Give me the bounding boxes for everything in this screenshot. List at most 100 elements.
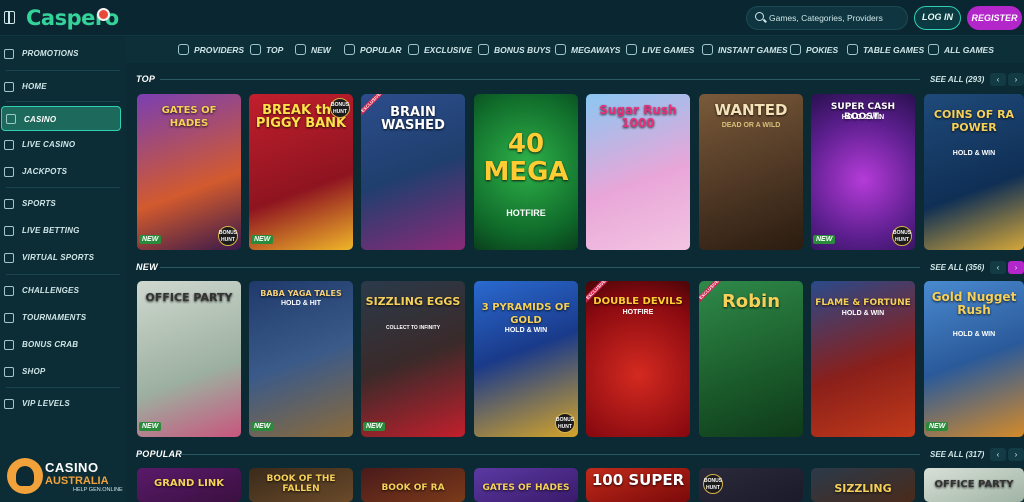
sidebar-item-bonus-crab[interactable]: BONUS CRAB [0, 334, 126, 356]
kangaroo-logo-icon [7, 458, 43, 494]
game-tile-book-of-the-fallen[interactable]: BOOK OF THE FALLEN [249, 468, 353, 502]
game-tile-office-party-popular[interactable]: OFFICE PARTY [924, 468, 1024, 502]
new-icon [295, 44, 306, 55]
see-all-new-link[interactable]: SEE ALL (356) [930, 263, 984, 272]
game-tile-coins-of-ra-power[interactable]: COINS OF RA POWER HOLD & WIN [924, 94, 1024, 250]
game-tile-super-cash-boost[interactable]: SUPER CASH BOOST: HOLD & WIN NEW BONUS HU… [811, 94, 915, 250]
tab-label: POKIES [806, 45, 839, 55]
see-all-popular-link[interactable]: SEE ALL (317) [930, 450, 984, 459]
game-tile-grand-link[interactable]: GRAND LINK [137, 468, 241, 502]
tab-label: PROVIDERS [194, 45, 245, 55]
sidebar-item-sports[interactable]: SPORTS [0, 193, 126, 215]
sidebar-divider [6, 274, 120, 275]
top-icon [250, 44, 261, 55]
game-subtitle: HOLD & HIT [280, 300, 322, 307]
game-tile-robin[interactable]: EXCLUSIVE Robin [699, 281, 803, 437]
game-subtitle: HOTFIRE [506, 208, 546, 218]
new-badge: NEW [813, 235, 836, 244]
sidebar-item-label: LIVE BETTING [22, 226, 80, 235]
login-button[interactable]: LOG IN [914, 6, 961, 30]
megaways-icon [555, 44, 566, 55]
logo-badge-icon [97, 8, 110, 21]
sidebar-item-label: TOURNAMENTS [22, 313, 87, 322]
virtual-sports-icon [4, 253, 14, 263]
sidebar-item-promotions[interactable]: PROMOTIONS [0, 43, 126, 65]
scroll-left-button[interactable]: ‹ [990, 73, 1006, 86]
sidebar-item-label: LIVE CASINO [22, 140, 76, 149]
register-button[interactable]: REGISTER [967, 6, 1022, 30]
sidebar-item-jackpots[interactable]: JACKPOTS [0, 161, 126, 183]
game-tile-bonus-hunt[interactable]: BONUS HUNT [699, 468, 803, 502]
promotions-icon [4, 49, 14, 59]
sidebar-item-tournaments[interactable]: TOURNAMENTS [0, 307, 126, 329]
exclusive-icon [408, 44, 419, 55]
game-subtitle: DEAD OR A WILD [721, 122, 781, 129]
bonus-hunt-badge-icon: BONUS HUNT [218, 226, 238, 246]
game-title: FLAME & FORTUNE [815, 298, 911, 308]
sidebar-toggle-icon[interactable] [4, 11, 15, 24]
game-subtitle: HOLD & WIN [952, 331, 996, 338]
game-tile-flame-and-fortune[interactable]: FLAME & FORTUNE HOLD & WIN [811, 281, 915, 437]
game-tile-sugar-rush-1000[interactable]: Sugar Rush 1000 [586, 94, 690, 250]
scroll-right-button[interactable]: › [1008, 261, 1024, 274]
sidebar-item-label: VIRTUAL SPORTS [22, 253, 95, 262]
tab-label: TABLE GAMES [863, 45, 925, 55]
sidebar-item-label: SPORTS [22, 199, 56, 208]
game-tile-wanted[interactable]: WANTED DEAD OR A WILD [699, 94, 803, 250]
scroll-right-button[interactable]: › [1008, 448, 1024, 461]
providers-icon [178, 44, 189, 55]
new-badge: NEW [251, 235, 274, 244]
game-title: GATES OF HADES [482, 483, 570, 493]
sidebar-item-label: VIP LEVELS [22, 399, 70, 408]
game-title: OFFICE PARTY [145, 291, 233, 304]
sidebar-item-home[interactable]: HOME [0, 76, 126, 98]
pokies-icon [790, 44, 801, 55]
game-title: BABA YAGA TALES [260, 289, 342, 298]
search-input[interactable]: Games, Categories, Providers [746, 6, 908, 30]
game-tile-sizzling[interactable]: SIZZLING [811, 468, 915, 502]
search-placeholder: Games, Categories, Providers [769, 13, 883, 23]
sidebar-item-vip-levels[interactable]: VIP LEVELS [0, 393, 126, 415]
game-tile-3-pyramids-of-gold[interactable]: 3 PYRAMIDS OF GOLD HOLD & WIN BONUS HUNT [474, 281, 578, 437]
bonus-hunt-badge-icon: BONUS HUNT [555, 413, 575, 433]
game-tile-gold-nugget-rush[interactable]: Gold Nugget Rush HOLD & WIN NEW [924, 281, 1024, 437]
sidebar-item-live-betting[interactable]: LIVE BETTING [0, 220, 126, 242]
game-tile-100-super[interactable]: 100 SUPER [586, 468, 690, 502]
game-tile-baba-yaga-tales[interactable]: BABA YAGA TALES HOLD & HIT NEW [249, 281, 353, 437]
game-title: WANTED [714, 101, 788, 119]
game-tile-break-the-piggy-bank[interactable]: BREAK the PIGGY BANK NEW BONUS HUNT [249, 94, 353, 250]
section-title-new: NEW [136, 262, 158, 272]
sports-icon [4, 199, 14, 209]
sidebar-item-live-casino[interactable]: LIVE CASINO [0, 134, 126, 156]
game-subtitle: HOLD & WIN [841, 114, 885, 121]
jackpots-icon [4, 167, 14, 177]
bonus-hunt-badge-icon: BONUS HUNT [892, 226, 912, 246]
game-tile-double-devils[interactable]: EXCLUSIVE DOUBLE DEVILS HOTFIRE [586, 281, 690, 437]
game-title: OFFICE PARTY [934, 479, 1014, 490]
game-subtitle: HOLD & WIN [841, 310, 885, 317]
game-title: BOOK OF RA [381, 483, 445, 493]
game-tile-40-mega-hotfire[interactable]: 40 MEGA HOTFIRE [474, 94, 578, 250]
all-games-icon [928, 44, 939, 55]
scroll-right-button[interactable]: › [1008, 73, 1024, 86]
game-tile-book-of-ra[interactable]: BOOK OF RA [361, 468, 465, 502]
game-tile-office-party[interactable]: OFFICE PARTY NEW [137, 281, 241, 437]
sidebar-item-casino[interactable]: CASINO [1, 106, 121, 131]
watermark-line3: HELP GEN.ONLINE [73, 487, 123, 493]
sidebar-item-label: CASINO [24, 115, 57, 124]
popular-icon [344, 44, 355, 55]
bonus-crab-icon [4, 340, 14, 350]
game-tile-sizzling-eggs[interactable]: SIZZLING EGGS COLLECT TO INFINITY NEW [361, 281, 465, 437]
sidebar-divider [6, 101, 120, 102]
game-tile-gates-of-hades[interactable]: GATES OF HADES NEW BONUS HUNT [137, 94, 241, 250]
sidebar-item-challenges[interactable]: CHALLENGES [0, 280, 126, 302]
see-all-top-link[interactable]: SEE ALL (293) [930, 75, 984, 84]
scroll-left-button[interactable]: ‹ [990, 448, 1006, 461]
game-tile-brain-washed[interactable]: EXCLUSIVE BRAIN WASHED [361, 94, 465, 250]
game-tile-gates-of-hades-popular[interactable]: GATES OF HADES [474, 468, 578, 502]
sidebar-item-shop[interactable]: SHOP [0, 361, 126, 383]
new-badge: NEW [363, 422, 386, 431]
scroll-left-button[interactable]: ‹ [990, 261, 1006, 274]
sidebar-item-virtual-sports[interactable]: VIRTUAL SPORTS [0, 247, 126, 269]
tab-label: NEW [311, 45, 331, 55]
